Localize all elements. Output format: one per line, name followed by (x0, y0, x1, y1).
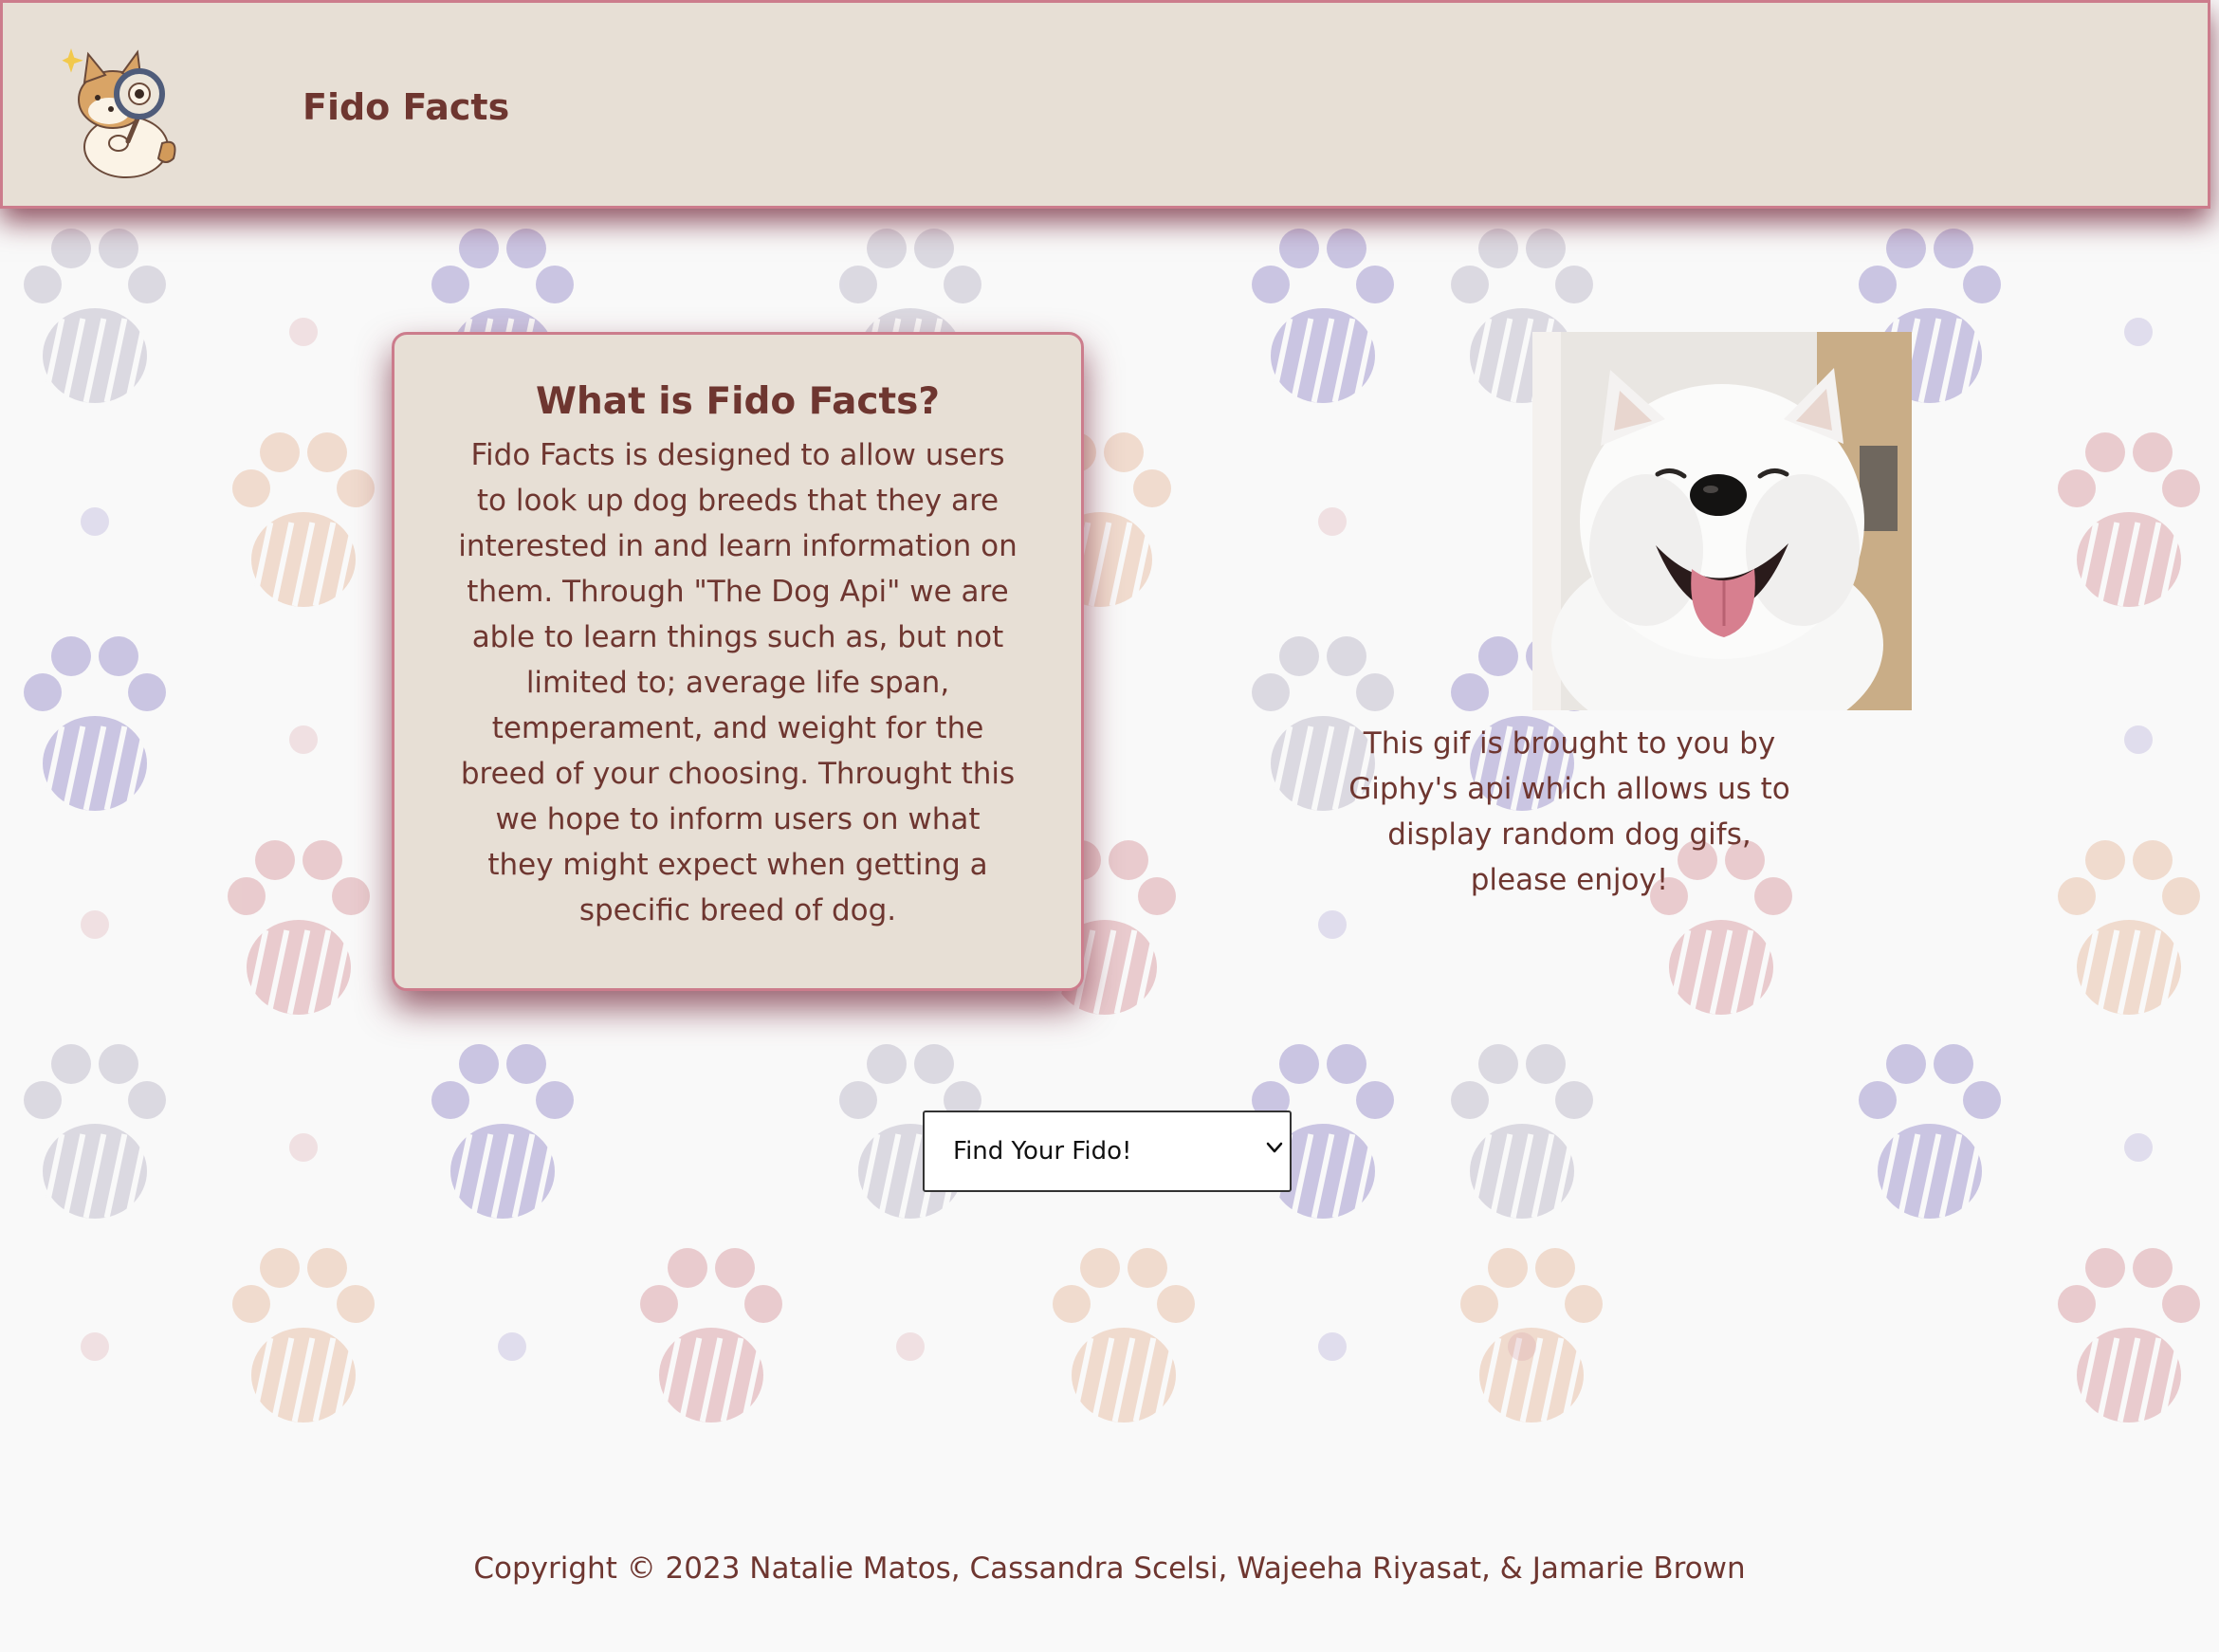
paw-print (640, 1248, 782, 1423)
dog-gif (1532, 332, 1912, 710)
paw-print (24, 1044, 166, 1219)
paw-print (1451, 1044, 1593, 1219)
paw-print-background (24, 229, 2200, 1423)
paw-dot (2124, 1133, 2153, 1162)
paw-dot (289, 318, 318, 346)
paw-print (1859, 1044, 2001, 1219)
paw-dot (498, 1332, 526, 1361)
paw-print (24, 229, 166, 403)
paw-print (228, 840, 370, 1015)
paw-dot (2124, 318, 2153, 346)
paw-dot (1318, 507, 1347, 536)
detective-dog-magnifier-icon (62, 48, 176, 178)
breed-select[interactable]: Find Your Fido! (923, 1111, 1292, 1192)
paw-print (2058, 432, 2200, 607)
paw-dot (81, 507, 109, 536)
paw-dot (2124, 725, 2153, 754)
paw-dot (289, 1133, 318, 1162)
paw-print (232, 432, 375, 607)
paw-dot (896, 1332, 925, 1361)
about-heading: What is Fido Facts? (535, 380, 941, 423)
paw-print (232, 1248, 375, 1423)
paw-dot (81, 1332, 109, 1361)
about-card: What is Fido Facts? Fido Facts is design… (392, 332, 1084, 991)
paw-dot (1318, 1332, 1347, 1361)
smiling-white-samoyed-image (1532, 332, 1912, 710)
site-title[interactable]: Fido Facts (303, 86, 509, 128)
paw-dot (81, 910, 109, 939)
paw-dot (1318, 910, 1347, 939)
paw-print (2058, 1248, 2200, 1423)
footer-copyright: Copyright © 2023 Natalie Matos, Cassandr… (473, 1551, 1746, 1586)
paw-dot (289, 725, 318, 754)
paw-print (2058, 840, 2200, 1015)
about-description: Fido Facts is designed to allow users to… (458, 438, 1018, 927)
paw-dot (1508, 1332, 1536, 1361)
paw-print (431, 1044, 574, 1219)
site-header: Fido Facts (0, 0, 2210, 209)
paw-print (1252, 229, 1394, 403)
paw-print (1460, 1248, 1603, 1423)
paw-print (1053, 1248, 1195, 1423)
paw-print (24, 636, 166, 811)
gif-caption: This gif is brought to you by Giphy's ap… (1348, 726, 1790, 897)
